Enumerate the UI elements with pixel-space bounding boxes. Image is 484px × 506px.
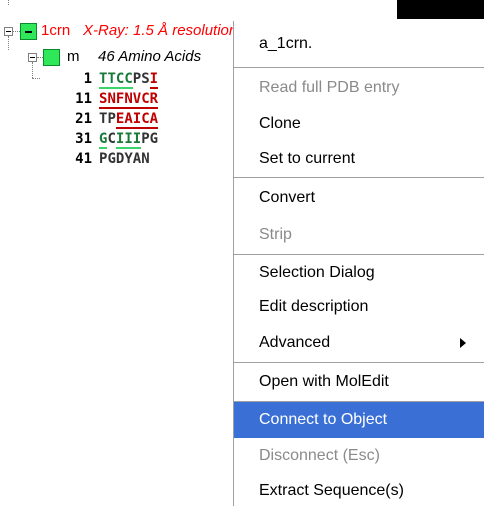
menu-separator [234, 67, 484, 68]
menu-item-clone[interactable]: Clone [234, 106, 484, 142]
sequence-row-residues[interactable]: SNFNVCR [99, 91, 233, 109]
sequence-row-number: 11 [75, 91, 92, 107]
viewport-edge [397, 0, 484, 19]
sequence-row-number: 21 [75, 111, 92, 127]
object-tree: 1crn X-Ray: 1.5 Å resolution m 46 Amino … [0, 0, 260, 200]
tree-connector-line [13, 31, 20, 32]
menu-item-advanced[interactable]: Advanced [234, 325, 484, 361]
object-visibility-checkbox[interactable] [20, 23, 37, 40]
sequence-row-residues[interactable]: PGDYAN [99, 151, 233, 167]
collapse-object-icon[interactable] [4, 27, 13, 36]
tree-connector-line [8, 36, 9, 50]
menu-item-edit-description[interactable]: Edit description [234, 289, 484, 325]
tree-connector-line [8, 0, 9, 5]
tree-connector-line [32, 78, 40, 79]
sequence-row-number: 41 [75, 151, 92, 167]
menu-item-selection-dialog[interactable]: Selection Dialog [234, 255, 484, 291]
menu-item-connect-to-object[interactable]: Connect to Object [234, 402, 484, 438]
sequence-row-residues[interactable]: TTCCPSI [99, 71, 233, 89]
yasara-window: 1crn X-Ray: 1.5 Å resolution m 46 Amino … [0, 0, 484, 506]
menu-item-strip[interactable]: Strip [234, 217, 484, 253]
sequence-row-number: 1 [83, 71, 92, 87]
menu-item-open-with-moledit[interactable]: Open with MolEdit [234, 364, 484, 400]
sequence-row-residues[interactable]: GCIIIPG [99, 131, 233, 149]
menu-item-read-full-pdb-entry[interactable]: Read full PDB entry [234, 70, 484, 106]
menu-separator [234, 362, 484, 363]
sequence-row-number: 31 [75, 131, 92, 147]
molecule-name[interactable]: m [67, 48, 80, 65]
menu-item-extract-sequences[interactable]: Extract Sequence(s) [234, 473, 484, 506]
menu-separator [234, 177, 484, 178]
context-menu: a_1crn. Read full PDB entry Clone Set to… [233, 21, 484, 506]
menu-item-disconnect[interactable]: Disconnect (Esc) [234, 438, 484, 474]
submenu-arrow-icon [460, 338, 466, 348]
tree-connector-line [32, 62, 33, 78]
molecule-visibility-checkbox[interactable] [43, 49, 60, 66]
menu-item-set-to-current[interactable]: Set to current [234, 141, 484, 177]
sequence-row-residues[interactable]: TPEAICA [99, 111, 233, 129]
object-description: X-Ray: 1.5 Å resolution [83, 22, 233, 39]
menu-item-title[interactable]: a_1crn. [234, 26, 484, 62]
molecule-description: 46 Amino Acids [98, 48, 202, 65]
collapse-molecule-icon[interactable] [28, 53, 37, 62]
object-name[interactable]: 1crn [41, 22, 70, 39]
menu-item-convert[interactable]: Convert [234, 180, 484, 216]
menu-item-advanced-label: Advanced [259, 334, 331, 351]
